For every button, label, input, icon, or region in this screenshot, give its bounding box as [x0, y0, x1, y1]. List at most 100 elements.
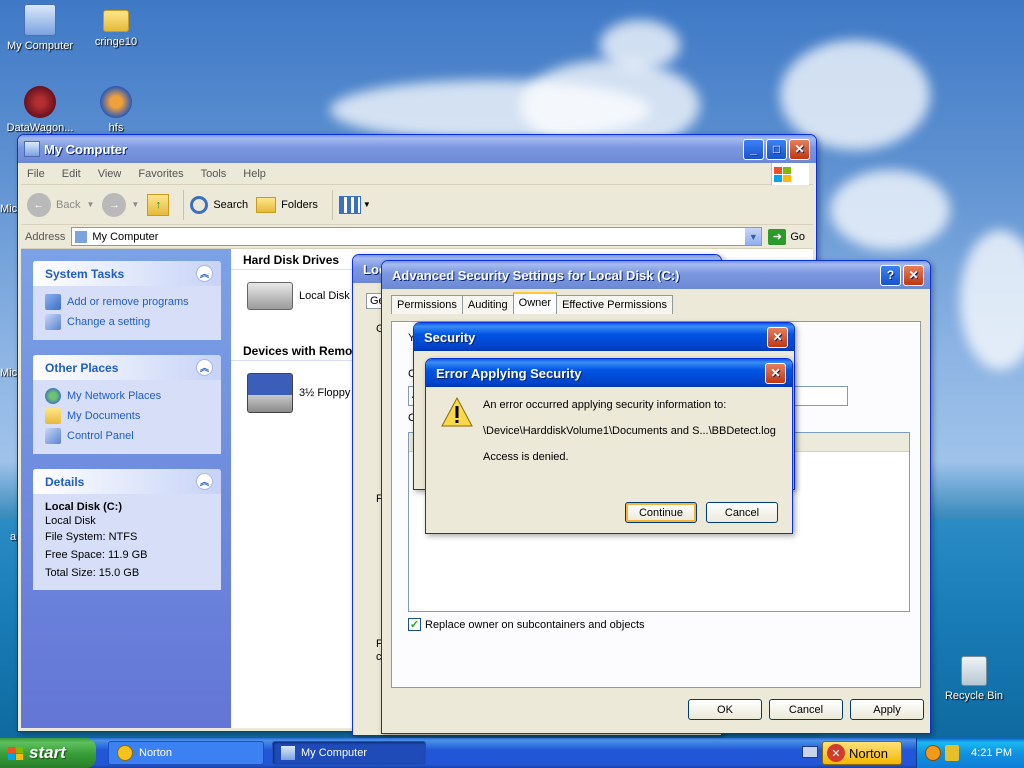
place-label: My Documents — [67, 410, 141, 422]
advanced-tabs: Permissions Auditing Owner Effective Per… — [385, 289, 927, 314]
norton-tray-button[interactable]: ✕ Norton — [822, 741, 902, 765]
error-titlebar[interactable]: Error Applying Security ✕ — [426, 359, 792, 387]
task-label: Norton — [139, 747, 173, 759]
search-icon — [190, 195, 209, 214]
tray-shield-icon[interactable] — [945, 745, 959, 761]
taskbar-button-my-computer[interactable]: My Computer — [272, 741, 426, 765]
desktop-icon-hfs[interactable]: hfs — [76, 86, 156, 134]
toolbar-separator — [331, 189, 333, 220]
window-title: Advanced Security Settings for Local Dis… — [392, 267, 680, 283]
computer-icon — [281, 746, 295, 760]
menu-edit[interactable]: Edit — [62, 168, 81, 180]
desktop-edge-label[interactable]: a — [10, 531, 16, 543]
computer-icon — [75, 230, 88, 243]
go-button[interactable]: ➜ Go — [768, 228, 805, 245]
place-my-documents[interactable]: My Documents — [45, 406, 211, 426]
tab-permissions[interactable]: Permissions — [391, 295, 463, 314]
warning-icon — [441, 397, 473, 427]
window-title: Error Applying Security — [436, 365, 582, 381]
menu-favorites[interactable]: Favorites — [138, 168, 183, 180]
collapse-icon[interactable]: ︽ — [196, 473, 213, 490]
documents-folder-icon — [45, 408, 61, 424]
explorer-toolbar: ← Back ▼ → ▼ ↑ Search Folders ▼ — [21, 185, 813, 225]
system-tray: 4:21 PM — [916, 738, 1024, 768]
maximize-button[interactable]: □ — [766, 138, 787, 160]
go-label: Go — [790, 230, 805, 243]
replace-owner-checkbox-row[interactable]: ✓ Replace owner on subcontainers and obj… — [408, 618, 645, 631]
views-button[interactable]: ▼ — [338, 195, 371, 214]
details-free-space: Free Space: 11.9 GB — [45, 549, 148, 561]
continue-button[interactable]: Continue — [625, 502, 697, 523]
panel-title: Details — [45, 474, 85, 489]
checkbox-label: Replace owner on subcontainers and objec… — [425, 618, 645, 631]
other-places-header[interactable]: Other Places ︽ — [33, 355, 221, 380]
drive-label: 3½ Floppy — [299, 387, 351, 399]
taskbar-button-norton[interactable]: Norton — [108, 741, 264, 765]
clock[interactable]: 4:21 PM — [971, 747, 1012, 759]
menu-help[interactable]: Help — [243, 168, 266, 180]
collapse-icon[interactable]: ︽ — [196, 359, 213, 376]
panel-title: System Tasks — [45, 266, 125, 281]
error-dialog: Error Applying Security ✕ An error occur… — [425, 358, 793, 534]
programs-icon — [45, 294, 61, 310]
folder-icon — [103, 10, 129, 32]
back-button[interactable]: ← Back ▼ — [27, 192, 94, 217]
explorer-titlebar[interactable]: My Computer _ □ ✕ — [18, 135, 816, 163]
advanced-security-titlebar[interactable]: Advanced Security Settings for Local Dis… — [382, 261, 930, 289]
back-label: Back — [56, 198, 81, 211]
minimize-button[interactable]: _ — [743, 138, 764, 160]
views-icon — [338, 195, 361, 214]
desktop-edge-label[interactable]: Mic — [0, 367, 17, 379]
menu-bar: File Edit View Favorites Tools Help — [21, 163, 813, 185]
details-header[interactable]: Details ︽ — [33, 469, 221, 494]
other-places-panel: Other Places ︽ My Network Places My Docu… — [33, 355, 221, 454]
task-change-setting[interactable]: Change a setting — [45, 312, 211, 332]
close-button[interactable]: ✕ — [765, 362, 786, 384]
collapse-icon[interactable]: ︽ — [196, 265, 213, 282]
desktop-edge-label[interactable]: Mic — [0, 203, 17, 215]
norton-x-icon: ✕ — [827, 744, 845, 762]
task-add-remove-programs[interactable]: Add or remove programs — [45, 292, 211, 312]
desktop-icon-datawagon[interactable]: DataWagon... — [0, 86, 80, 134]
folders-button[interactable]: Folders — [256, 196, 318, 213]
desktop-icon-label: cringe10 — [94, 36, 138, 48]
apply-button[interactable]: Apply — [850, 699, 924, 720]
cancel-button[interactable]: Cancel — [706, 502, 778, 523]
details-panel: Details ︽ Local Disk (C:) Local Disk Fil… — [33, 469, 221, 590]
place-my-network-places[interactable]: My Network Places — [45, 386, 211, 406]
search-button[interactable]: Search — [190, 195, 248, 214]
keyboard-icon[interactable] — [802, 746, 818, 758]
system-tasks-panel: System Tasks ︽ Add or remove programs Ch… — [33, 261, 221, 340]
security-titlebar[interactable]: Security ✕ — [414, 323, 794, 351]
desktop-icon-recycle-bin[interactable]: Recycle Bin — [934, 656, 1014, 702]
desktop-icon-cringe10[interactable]: cringe10 — [76, 4, 156, 48]
tab-auditing[interactable]: Auditing — [461, 295, 514, 314]
ok-button[interactable]: OK — [688, 699, 762, 720]
windows-logo-icon — [8, 746, 23, 760]
menu-tools[interactable]: Tools — [201, 168, 227, 180]
tab-owner[interactable]: Owner — [512, 292, 558, 314]
chevron-down-icon[interactable]: ▼ — [745, 228, 762, 245]
help-button[interactable]: ? — [880, 264, 901, 286]
up-folder-button[interactable]: ↑ — [147, 193, 170, 216]
windows-logo-icon — [771, 163, 809, 185]
start-button[interactable]: start — [0, 738, 96, 768]
place-control-panel[interactable]: Control Panel — [45, 426, 211, 446]
close-button[interactable]: ✕ — [789, 138, 810, 160]
task-pane: System Tasks ︽ Add or remove programs Ch… — [21, 249, 231, 728]
tray-app-icon[interactable] — [925, 745, 941, 761]
system-tasks-header[interactable]: System Tasks ︽ — [33, 261, 221, 286]
menu-file[interactable]: File — [27, 168, 45, 180]
close-button[interactable]: ✕ — [903, 264, 924, 286]
replace-owner-checkbox[interactable]: ✓ — [408, 618, 421, 631]
cancel-button[interactable]: Cancel — [769, 699, 843, 720]
forward-button[interactable]: → ▼ — [102, 192, 139, 217]
hfs-icon — [100, 86, 132, 118]
menu-view[interactable]: View — [98, 168, 122, 180]
go-arrow-icon: ➜ — [768, 228, 787, 245]
tab-effective-permissions[interactable]: Effective Permissions — [556, 295, 674, 314]
desktop-icon-my-computer[interactable]: My Computer — [0, 4, 80, 52]
window-title: Security — [424, 329, 476, 345]
close-button[interactable]: ✕ — [767, 326, 788, 348]
address-input[interactable]: My Computer ▼ — [71, 227, 763, 246]
